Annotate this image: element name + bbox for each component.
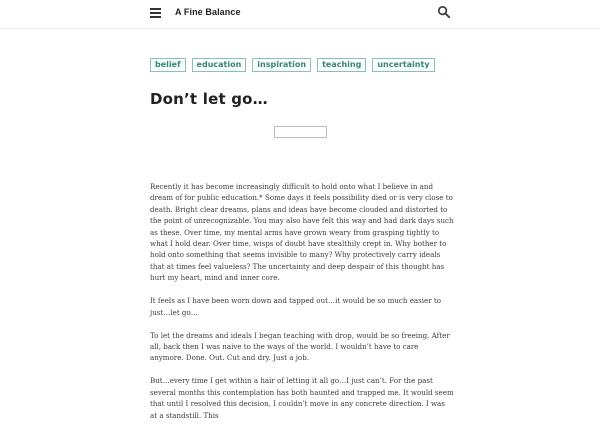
paragraph: But…every time I get within a hair of le…	[150, 376, 454, 420]
tag-education[interactable]: education	[191, 58, 247, 72]
tag-uncertainty[interactable]: uncertainty	[372, 58, 435, 72]
paragraph: It feels as I have been worn down and ta…	[150, 296, 441, 317]
hamburger-icon-line	[150, 8, 161, 10]
tag-belief[interactable]: belief	[150, 58, 186, 72]
paragraph: To let the dreams and ideals I began tea…	[150, 330, 450, 363]
search-icon	[437, 5, 451, 19]
hamburger-icon-line	[150, 12, 161, 14]
embedded-media-placeholder	[274, 126, 327, 138]
search-button[interactable]	[437, 5, 451, 19]
post-title: Don’t let go…	[150, 90, 268, 108]
site-title[interactable]: A Fine Balance	[175, 7, 241, 17]
tag-list: belief education inspiration teaching un…	[150, 58, 435, 72]
hamburger-icon-line	[150, 16, 161, 18]
paragraph: Recently it has become increasingly diff…	[150, 182, 454, 283]
top-bar: A Fine Balance	[0, 0, 600, 29]
post-content: Recently it has become increasingly diff…	[150, 181, 454, 433]
tag-inspiration[interactable]: inspiration	[252, 58, 312, 72]
tag-teaching[interactable]: teaching	[317, 58, 367, 72]
menu-button[interactable]	[149, 6, 163, 20]
